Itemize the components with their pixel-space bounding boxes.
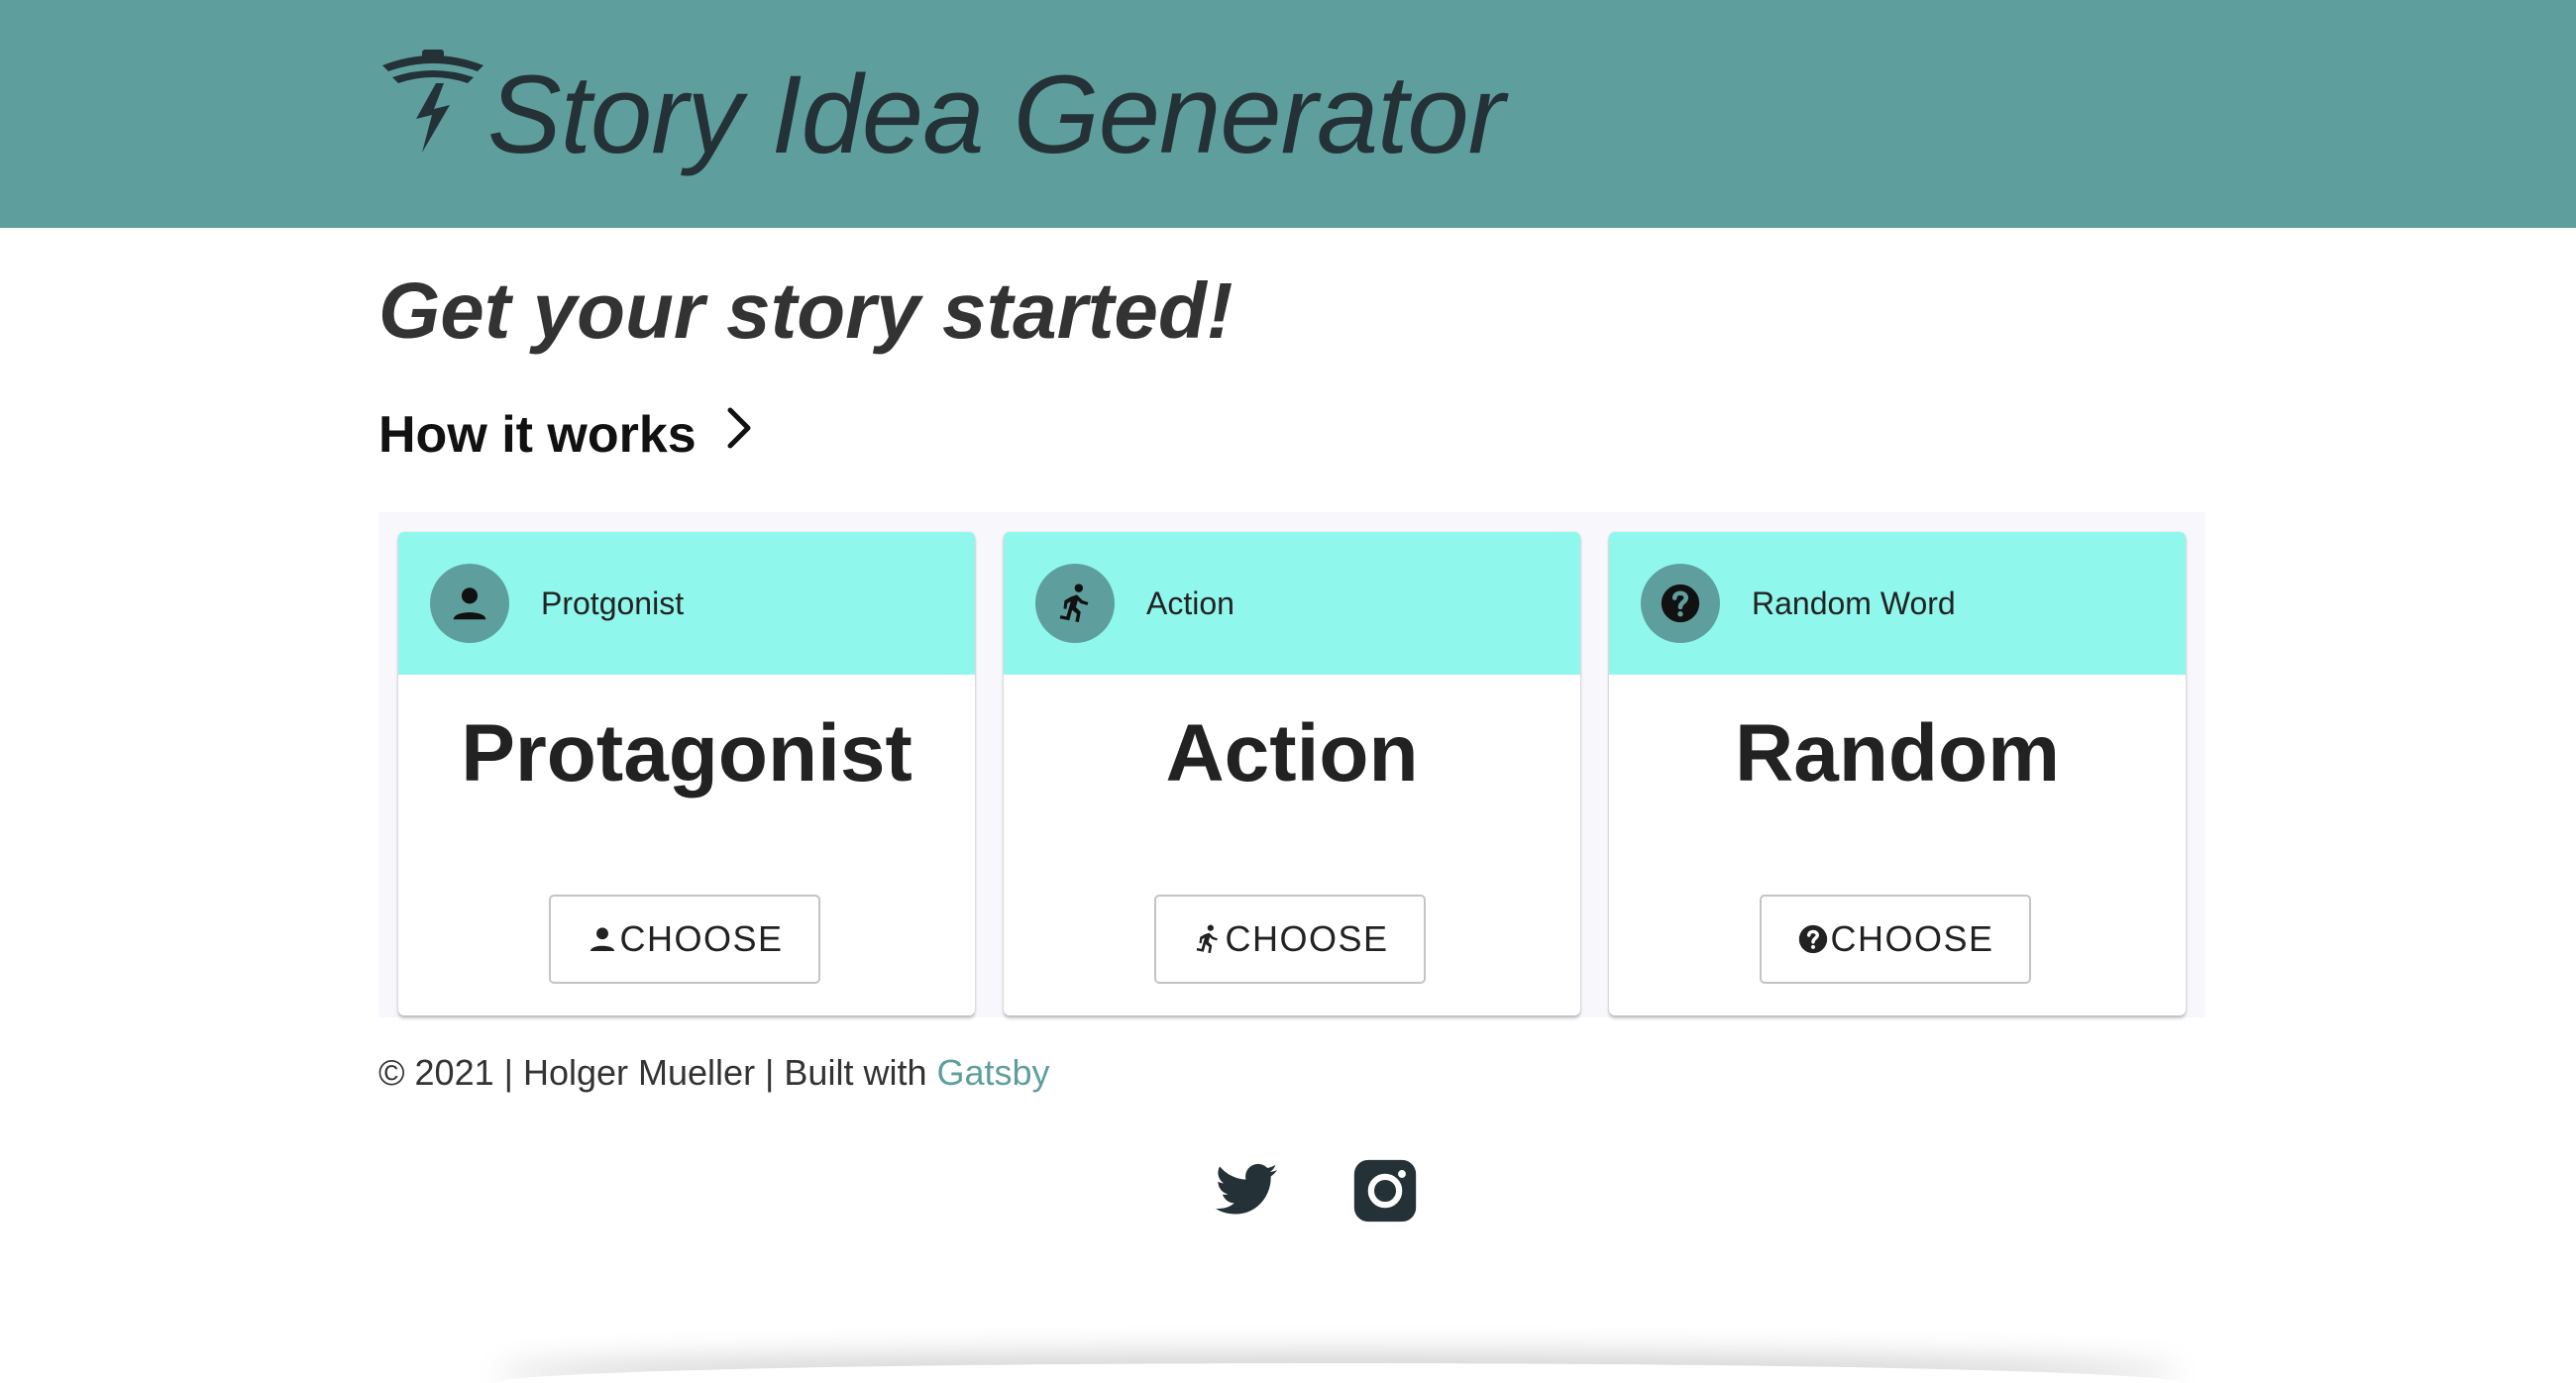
card-title: Protagonist: [461, 708, 912, 798]
avatar: [1641, 564, 1720, 643]
person-icon: [590, 927, 615, 952]
choose-button-label: CHOOSE: [1830, 918, 1994, 959]
card-header: Random Word: [1609, 532, 2186, 675]
footer-text: © 2021 | Holger Mueller | Built with: [378, 1052, 927, 1093]
card-action: Action Action CHOOSE: [1004, 532, 1580, 1015]
choose-button-label: CHOOSE: [619, 918, 784, 959]
card-header: Action: [1004, 532, 1580, 675]
header-bar: Story Idea Generator: [0, 0, 2576, 228]
choose-button-label: CHOOSE: [1225, 918, 1389, 959]
lightning-lantern-logo-icon: [382, 50, 483, 153]
site-title[interactable]: Story Idea Generator: [487, 52, 1505, 178]
twitter-icon[interactable]: [1213, 1157, 1280, 1224]
page-headline: Get your story started!: [378, 266, 1234, 355]
card-protagonist: Protgonist Protagonist CHOOSE: [398, 532, 975, 1015]
card-random-word: Random Word Random CHOOSE: [1609, 532, 2186, 1015]
chevron-right-icon: [727, 407, 751, 449]
card-title: Random: [1735, 708, 2060, 798]
card-title: Action: [1165, 708, 1419, 798]
choose-protagonist-button[interactable]: CHOOSE: [549, 895, 820, 984]
card-header-label: Action: [1146, 585, 1234, 621]
how-it-works-label: How it works: [378, 406, 697, 464]
gatsby-link[interactable]: Gatsby: [936, 1052, 1049, 1093]
avatar: [430, 564, 509, 643]
how-it-works-toggle[interactable]: How it works: [378, 400, 758, 470]
instagram-icon[interactable]: [1351, 1157, 1419, 1224]
help-circle-icon: [1661, 584, 1700, 623]
card-header-label: Protgonist: [541, 585, 685, 621]
choose-action-button[interactable]: CHOOSE: [1154, 895, 1426, 984]
avatar: [1035, 564, 1115, 643]
person-icon: [453, 587, 486, 620]
running-person-icon: [1197, 924, 1219, 954]
cards-container: Protgonist Protagonist CHOOSE Action Act…: [378, 512, 2205, 1017]
help-circle-icon: [1799, 924, 1828, 954]
card-header-label: Random Word: [1752, 585, 1956, 621]
bottom-shadow: [495, 1363, 2180, 1383]
running-person-icon: [1059, 584, 1089, 623]
choose-random-word-button[interactable]: CHOOSE: [1760, 895, 2031, 984]
footer-credits: © 2021 | Holger Mueller | Built with Gat…: [378, 1048, 1050, 1098]
card-header: Protgonist: [398, 532, 975, 675]
